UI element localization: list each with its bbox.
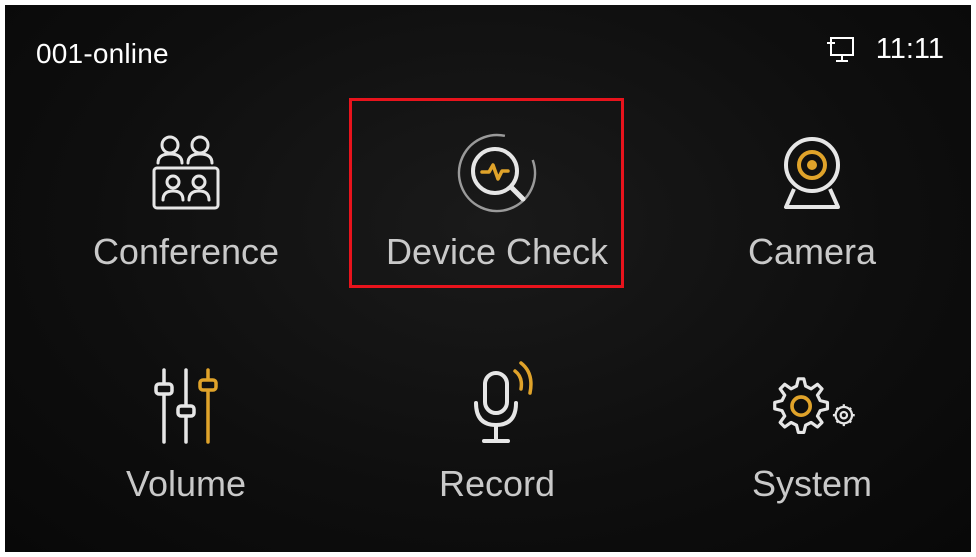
clock: 11:11 [875,33,944,65]
microphone-icon [447,357,547,457]
status-bar: 001-online 11:11 [5,5,971,95]
conference-label: Conference [92,231,280,272]
record-label: Record [438,463,556,504]
record-tile[interactable]: Record [347,357,647,505]
device-check-tile[interactable]: Device Check [347,125,647,273]
gears-icon [762,357,862,457]
conference-icon [136,125,236,225]
camera-icon [762,125,862,225]
system-label: System [751,463,873,504]
volume-tile[interactable]: Volume [36,357,336,505]
network-monitor-icon [826,35,856,65]
volume-label: Volume [125,463,247,504]
device-check-icon [447,125,547,225]
status-right: 11:11 [826,33,944,66]
device-name: 001-online [36,38,169,69]
conference-tile[interactable]: Conference [36,125,336,273]
camera-tile[interactable]: Camera [662,125,962,273]
system-tile[interactable]: System [662,357,962,505]
camera-label: Camera [747,231,877,272]
device-check-label: Device Check [385,231,609,272]
volume-sliders-icon [136,357,236,457]
menu-screen: 001-online 11:11 Conference Device Check… [5,5,971,552]
